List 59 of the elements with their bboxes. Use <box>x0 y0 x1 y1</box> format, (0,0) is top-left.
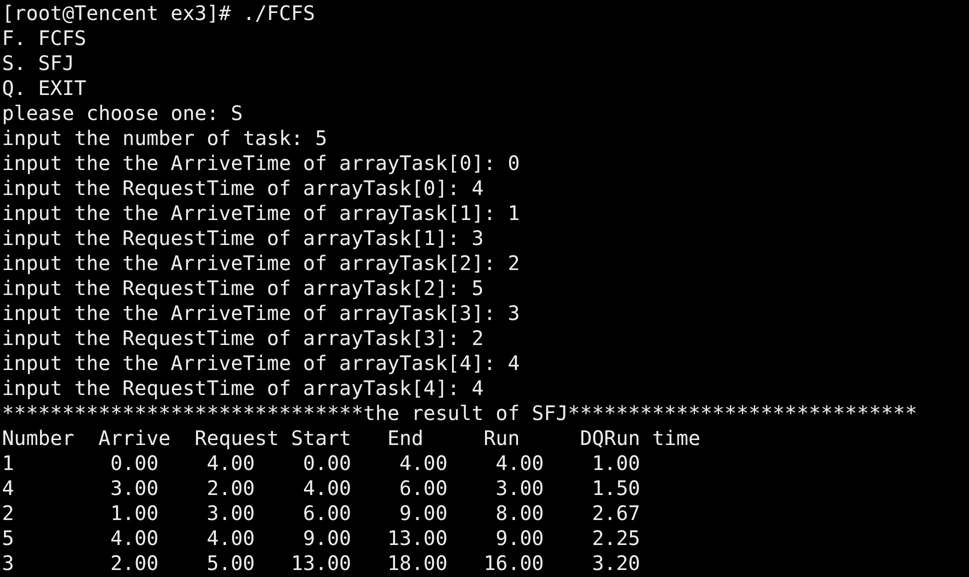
table-cell: 13.00 <box>290 551 352 576</box>
terminal-line: please choose one: S <box>2 101 243 125</box>
table-cell-text: 3.00 <box>206 501 255 526</box>
table-cell-text: 4.00 <box>302 476 352 501</box>
terminal-line: F. FCFS <box>2 26 86 50</box>
table-cell-text: 4.00 <box>109 526 159 551</box>
terminal-line: ******************************the result of SFJ***************************** <box>2 401 918 425</box>
table-cell: 2 <box>2 501 14 525</box>
terminal-line: input the the ArriveTime of arrayTask[1]: 1 <box>2 201 520 225</box>
table-cell-text: 9.00 <box>302 526 352 551</box>
table-cell: 1 <box>2 451 14 475</box>
table-cell-text: 0.00 <box>302 451 352 476</box>
table-cell: 18.00 <box>387 551 448 576</box>
column-header: End <box>387 426 424 450</box>
column-header: Arrive <box>98 426 171 450</box>
column-header: Number <box>2 426 74 450</box>
table-cell-text: 5.00 <box>206 551 255 576</box>
terminal-line: input the the ArriveTime of arrayTask[4]: 4 <box>2 351 520 375</box>
table-cell-text: 2.00 <box>206 476 255 501</box>
terminal-line: input the number of task: 5 <box>2 126 328 150</box>
table-cell: 3 <box>2 551 14 575</box>
terminal-line: input the the ArriveTime of arrayTask[2]: 2 <box>2 251 520 275</box>
column-header: DQRun time <box>580 426 700 450</box>
column-header: Start <box>290 426 352 450</box>
terminal-line: input the RequestTime of arrayTask[3]: 2 <box>2 326 484 350</box>
table-cell: 13.00 <box>387 526 448 551</box>
table-cell-text: 4.00 <box>206 451 255 476</box>
table-cell-text: 3.20 <box>591 551 640 576</box>
terminal-line: input the the ArriveTime of arrayTask[3]: 3 <box>2 301 520 325</box>
table-cell-text: 6.00 <box>302 501 352 526</box>
table-cell-text: 4.00 <box>398 451 448 476</box>
table-cell-text: 2.25 <box>591 526 640 551</box>
table-cell-text: 2.00 <box>109 551 159 576</box>
terminal-line: input the RequestTime of arrayTask[0]: 4 <box>2 176 484 200</box>
table-cell-text: 8.00 <box>494 501 544 526</box>
column-header: Request <box>194 426 279 450</box>
table-cell: 4 <box>2 476 14 500</box>
table-cell-text: 9.00 <box>398 501 448 526</box>
table-cell: 5 <box>2 526 14 550</box>
column-header: Run <box>484 426 520 450</box>
table-cell: 16.00 <box>484 551 544 576</box>
table-cell-text: 9.00 <box>494 526 544 551</box>
table-cell-text: 4.00 <box>206 526 255 551</box>
table-cell-text: 1.00 <box>591 451 640 476</box>
terminal-line: input the RequestTime of arrayTask[2]: 5 <box>2 276 484 300</box>
table-cell-text: 6.00 <box>398 476 448 501</box>
terminal-line: S. SFJ <box>2 51 74 75</box>
table-cell-text: 4.00 <box>494 451 544 476</box>
terminal-line: input the the ArriveTime of arrayTask[0]: 0 <box>2 151 520 175</box>
table-cell-text: 1.00 <box>109 501 159 526</box>
table-cell-text: 1.50 <box>591 476 640 501</box>
table-cell-text: 0.00 <box>109 451 159 476</box>
table-cell-text: 3.00 <box>494 476 544 501</box>
terminal-line: input the RequestTime of arrayTask[1]: 3 <box>2 226 484 250</box>
table-cell-text: 3.00 <box>109 476 159 501</box>
terminal-line: Q. EXIT <box>2 76 86 100</box>
terminal-line: [root@Tencent ex3]# ./FCFS <box>2 1 316 25</box>
table-cell-text: 2.67 <box>591 501 640 526</box>
terminal-line: input the RequestTime of arrayTask[4]: 4 <box>2 376 484 400</box>
